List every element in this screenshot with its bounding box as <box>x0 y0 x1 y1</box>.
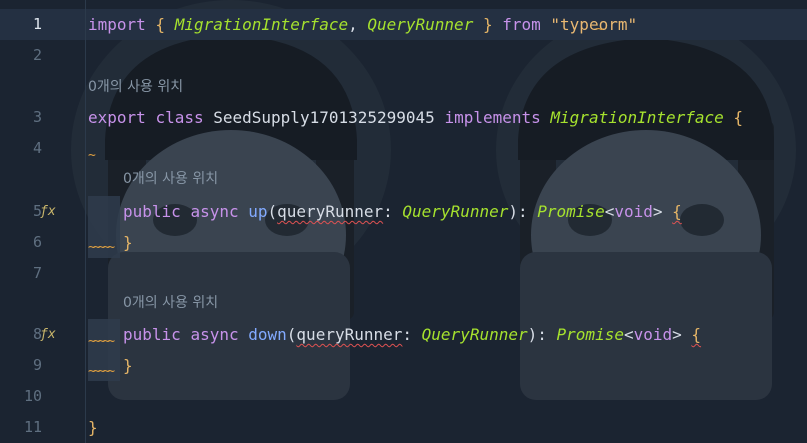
error-marker: ~~~~~ <box>88 364 115 379</box>
code-token[interactable] <box>239 202 249 221</box>
code-token[interactable]: : <box>402 325 421 344</box>
code-line[interactable]: 9 } <box>0 350 807 381</box>
code-content[interactable]: } <box>88 412 98 443</box>
error-marker: ~~~~~ <box>88 240 115 255</box>
code-token[interactable]: public <box>123 325 181 344</box>
code-token[interactable]: { <box>146 15 175 34</box>
code-token[interactable]: void <box>614 202 653 221</box>
code-token[interactable]: from <box>502 15 541 34</box>
code-token[interactable] <box>239 325 249 344</box>
code-content[interactable]: public async down(queryRunner: QueryRunn… <box>123 319 701 350</box>
code-token[interactable]: QueryRunner <box>367 15 473 34</box>
code-token[interactable]: public <box>123 202 181 221</box>
code-token[interactable] <box>181 325 191 344</box>
code-line[interactable]: 4 <box>0 133 807 164</box>
code-token[interactable]: QueryRunner <box>422 325 528 344</box>
code-content[interactable]: } <box>123 227 133 258</box>
code-token[interactable]: ): <box>528 325 557 344</box>
code-token[interactable]: async <box>190 202 238 221</box>
line-number: 9 <box>32 356 42 374</box>
code-token[interactable]: up <box>248 202 267 221</box>
code-token[interactable]: Promise <box>557 325 624 344</box>
code-token[interactable]: ( <box>287 325 297 344</box>
code-token[interactable]: > <box>672 325 691 344</box>
code-token[interactable]: , <box>348 15 367 34</box>
code-token[interactable]: < <box>624 325 634 344</box>
code-token[interactable]: ): <box>508 202 537 221</box>
code-token[interactable]: QueryRunner <box>402 202 508 221</box>
code-token[interactable] <box>541 108 551 127</box>
code-token[interactable]: } <box>123 233 133 252</box>
error-marker: ~ <box>88 148 96 163</box>
code-token[interactable] <box>181 202 191 221</box>
code-token[interactable] <box>541 15 551 34</box>
code-token[interactable]: } <box>88 418 98 437</box>
code-token[interactable]: MigrationInterface <box>550 108 723 127</box>
line-number: 3 <box>32 108 42 126</box>
code-line[interactable]: 6 } <box>0 227 807 258</box>
code-line[interactable]: 11 } <box>0 412 807 443</box>
line-number: 11 <box>23 418 42 436</box>
line-number: 1 <box>32 15 42 33</box>
code-token[interactable]: : <box>383 202 402 221</box>
line-number: 8 <box>32 325 42 343</box>
code-token[interactable]: queryRunner <box>296 325 402 344</box>
code-token[interactable]: { <box>672 202 682 221</box>
code-token[interactable]: } <box>473 15 502 34</box>
code-token[interactable]: MigrationInterface <box>175 15 348 34</box>
error-marker: ~~~~~ <box>88 334 115 349</box>
code-line[interactable]: 7 <box>0 258 807 289</box>
usage-hint[interactable]: 0개의 사용 위치 <box>123 288 218 319</box>
line-number: 4 <box>32 139 42 157</box>
code-token[interactable] <box>146 108 156 127</box>
code-token[interactable]: "typeorm" <box>550 15 637 34</box>
usage-hint[interactable]: 0개의 사용 위치 <box>123 164 218 195</box>
code-token[interactable]: } <box>123 356 133 375</box>
code-token[interactable]: Promise <box>537 202 604 221</box>
implementation-icon[interactable]: ƒx <box>40 196 56 227</box>
line-number: 2 <box>32 46 42 64</box>
code-line[interactable]: 2 <box>0 40 807 71</box>
code-content[interactable]: export class SeedSupply1701325299045 imp… <box>88 102 743 133</box>
line-number: 10 <box>23 387 42 405</box>
code-token[interactable]: async <box>190 325 238 344</box>
line-number: 5 <box>32 202 42 220</box>
code-token[interactable]: class <box>155 108 203 127</box>
code-line[interactable]: 10 <box>0 381 807 412</box>
line-number: 7 <box>32 264 42 282</box>
code-line[interactable]: 5 ƒx public async up(queryRunner: QueryR… <box>0 196 807 227</box>
code-content[interactable]: import { MigrationInterface, QueryRunner… <box>88 9 637 40</box>
implementation-icon[interactable]: ƒx <box>40 319 56 350</box>
code-token[interactable]: export <box>88 108 146 127</box>
code-editor[interactable]: 1 import { MigrationInterface, QueryRunn… <box>0 0 807 443</box>
missing-semicolon-marker: ~ <box>596 22 604 37</box>
code-token[interactable]: SeedSupply1701325299045 <box>204 108 445 127</box>
line-number: 6 <box>32 233 42 251</box>
code-token[interactable]: > <box>653 202 672 221</box>
code-token[interactable]: { <box>691 325 701 344</box>
code-token[interactable]: { <box>724 108 743 127</box>
code-token[interactable]: < <box>605 202 615 221</box>
code-line[interactable]: 1 import { MigrationInterface, QueryRunn… <box>0 9 807 40</box>
code-content[interactable]: } <box>123 350 133 381</box>
usage-hint[interactable]: 0개의 사용 위치 <box>88 72 183 103</box>
code-line[interactable]: 8 ƒx public async down(queryRunner: Quer… <box>0 319 807 350</box>
code-token[interactable]: down <box>248 325 287 344</box>
code-token[interactable]: queryRunner <box>277 202 383 221</box>
code-token[interactable]: void <box>634 325 673 344</box>
code-token[interactable]: implements <box>444 108 540 127</box>
code-token[interactable]: import <box>88 15 146 34</box>
code-content[interactable]: public async up(queryRunner: QueryRunner… <box>123 196 682 227</box>
code-token[interactable]: ( <box>268 202 278 221</box>
code-line[interactable]: 3 export class SeedSupply1701325299045 i… <box>0 102 807 133</box>
